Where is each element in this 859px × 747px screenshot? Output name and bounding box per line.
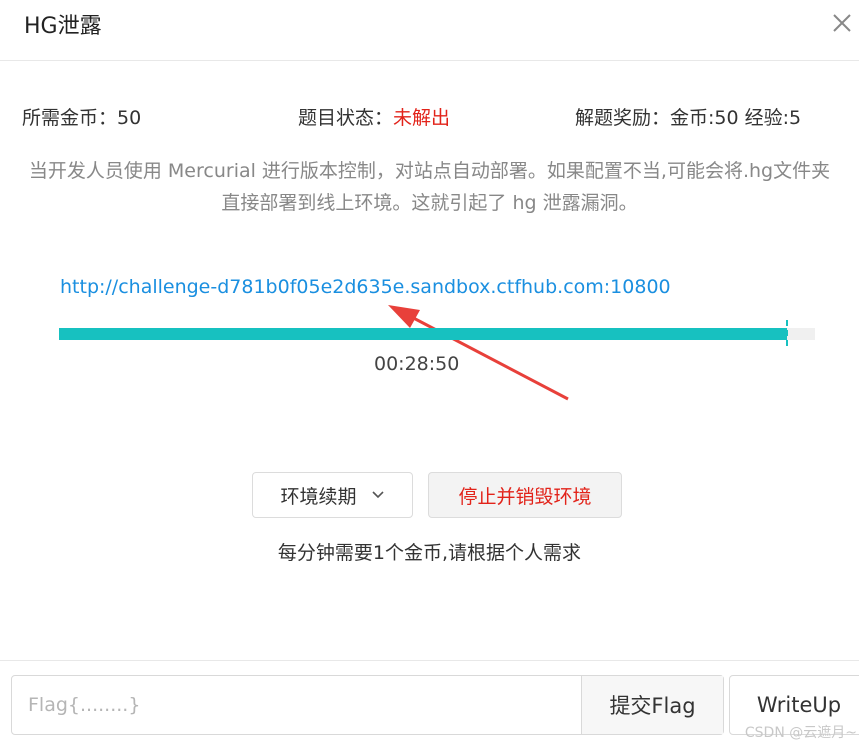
- modal-header: HG泄露: [0, 0, 859, 61]
- renew-env-button[interactable]: 环境续期: [252, 472, 413, 518]
- cost-info: 所需金币：50: [22, 103, 141, 130]
- countdown-timer: 00:28:50: [374, 353, 460, 375]
- renew-env-label: 环境续期: [280, 485, 357, 508]
- cost-label: 所需金币：: [22, 107, 118, 129]
- footer-divider: [0, 660, 859, 661]
- close-icon[interactable]: [831, 12, 853, 34]
- destroy-env-button[interactable]: 停止并销毁环境: [428, 472, 622, 518]
- flag-submit-group: 提交Flag: [11, 675, 724, 735]
- challenge-description: 当开发人员使用 Mercurial 进行版本控制，对站点自动部署。如果配置不当,…: [28, 160, 831, 214]
- progress-marker: [786, 320, 790, 346]
- chevron-down-icon: [371, 491, 384, 499]
- time-progress-fill: [59, 328, 788, 340]
- challenge-url-link[interactable]: http://challenge-d781b0f05e2d635e.sandbo…: [60, 276, 671, 298]
- submit-flag-button[interactable]: 提交Flag: [581, 676, 723, 734]
- csdn-watermark: CSDN @云遮月~: [744, 725, 857, 741]
- reward-info: 解题奖励：金币:50 经验:5: [575, 107, 802, 129]
- flag-input[interactable]: [12, 676, 581, 734]
- time-progress-bar: [59, 328, 815, 340]
- modal-title: HG泄露: [24, 14, 102, 39]
- status-label: 题目状态：: [298, 107, 394, 129]
- status-value: 未解出: [393, 107, 451, 129]
- cost-hint: 每分钟需要1个金币,请根据个人需求: [277, 542, 582, 564]
- status-info: 题目状态：未解出: [298, 103, 450, 130]
- cost-value: 50: [117, 107, 142, 129]
